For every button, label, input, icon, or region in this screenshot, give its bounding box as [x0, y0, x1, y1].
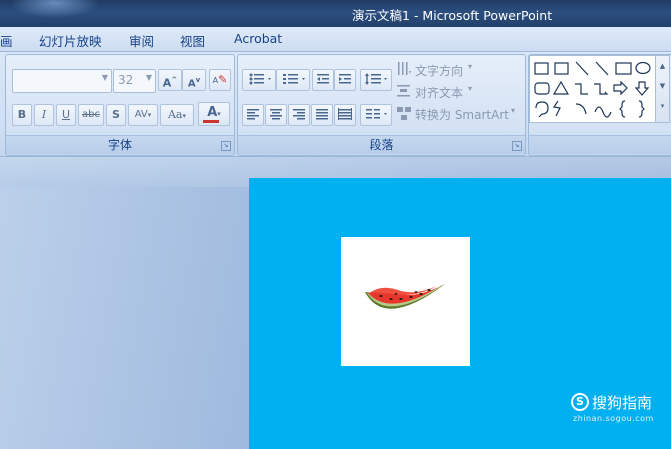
right-brace-shape-icon	[638, 100, 645, 118]
ribbon-tabs: 画 幻灯片放映 审阅 视图 Acrobat	[0, 27, 671, 52]
watermelon-icon	[365, 284, 445, 309]
italic-button[interactable]: I	[34, 104, 54, 126]
title-bar: 演示文稿1 - Microsoft PowerPoint	[0, 0, 671, 27]
decrease-indent-button[interactable]	[312, 69, 334, 91]
down-arrow-shape-icon	[634, 81, 650, 96]
font-color-glyph: A	[207, 105, 218, 120]
shrink-font-glyph: A	[187, 78, 196, 90]
align-text-label[interactable]: 对齐文本	[415, 84, 463, 101]
justify-icon	[316, 109, 328, 120]
font-color-button[interactable]: A▾	[198, 102, 230, 126]
strikethrough-button[interactable]: abc	[78, 104, 104, 126]
chevron-down-icon: ▾	[468, 62, 473, 71]
drawing-group-label	[529, 135, 671, 154]
chevron-down-icon: ▼	[145, 73, 152, 82]
tab-draw[interactable]: 画	[0, 31, 13, 50]
tab-review[interactable]: 审阅	[129, 31, 154, 50]
arc-shape-icon	[575, 103, 587, 115]
clear-format-button[interactable]: A✎	[209, 69, 231, 91]
textbox-shape-icon	[534, 62, 549, 75]
font-group: ▼ 32 ▼ A^ Av A✎ B I U abc S AV▾ Aa▾ A▾ 字…	[5, 54, 235, 156]
triangle-shape-icon	[552, 80, 570, 95]
watermelon-image[interactable]	[341, 237, 470, 366]
increase-indent-button[interactable]	[334, 69, 356, 91]
paragraph-group-label: 段落	[238, 135, 525, 154]
align-left-button[interactable]	[242, 104, 264, 126]
text-direction-icon	[396, 61, 412, 77]
chevron-down-icon: ▾	[468, 84, 473, 93]
bullets-icon	[249, 73, 271, 85]
font-group-label: 字体	[6, 135, 234, 154]
arrow-line-shape-icon	[595, 61, 609, 76]
shapes-gallery-scrollbar[interactable]: ▲ ▼ ▾	[655, 55, 670, 123]
line-spacing-icon	[365, 73, 387, 85]
tab-view[interactable]: 视图	[180, 31, 205, 50]
callout-shape-icon	[535, 101, 549, 118]
justify-button[interactable]	[311, 104, 333, 126]
font-color-swatch	[203, 120, 219, 123]
left-brace-shape-icon	[619, 100, 626, 118]
bold-button[interactable]: B	[12, 104, 32, 126]
char-spacing-glyph: AV	[134, 109, 148, 120]
paragraph-group: 文字方向 ▾ 对齐文本 ▾ 转换为 SmartArt ▾ 段落 ↘	[237, 54, 526, 156]
numbering-icon	[283, 74, 305, 84]
shrink-font-button[interactable]: Av	[182, 69, 206, 91]
change-case-button[interactable]: Aa▾	[160, 104, 194, 126]
window-title: 演示文稿1 - Microsoft PowerPoint	[352, 8, 553, 23]
increase-indent-icon	[339, 74, 351, 84]
font-dialog-launcher-icon[interactable]: ↘	[221, 141, 231, 151]
lightning-shape-icon	[552, 100, 561, 117]
shapes-gallery[interactable]	[529, 55, 656, 123]
char-spacing-button[interactable]: AV▾	[128, 104, 158, 126]
distributed-icon	[338, 108, 352, 120]
align-left-icon	[247, 109, 259, 120]
decrease-indent-icon	[317, 74, 329, 84]
text-direction-label[interactable]: 文字方向	[415, 62, 463, 79]
convert-smartart-label[interactable]: 转换为 SmartArt	[415, 106, 509, 123]
elbow-connector-shape-icon	[575, 83, 588, 95]
gallery-more-icon[interactable]: ▾	[656, 96, 669, 116]
font-name-combo[interactable]: ▼	[12, 69, 112, 93]
tab-slideshow[interactable]: 幻灯片放映	[39, 31, 102, 50]
align-center-icon	[270, 109, 282, 120]
tab-acrobat[interactable]: Acrobat	[234, 31, 282, 46]
sogou-logo-icon: S	[571, 393, 589, 411]
watermark-brand: 搜狗指南	[592, 394, 653, 412]
font-size-value: 32	[118, 73, 134, 87]
scroll-down-icon[interactable]: ▼	[656, 76, 669, 96]
curve-shape-icon	[594, 106, 612, 118]
distributed-button[interactable]	[334, 104, 356, 126]
grow-font-button[interactable]: A^	[158, 69, 182, 91]
line-shape-icon	[575, 61, 589, 76]
columns-icon	[366, 109, 387, 119]
paragraph-dialog-launcher-icon[interactable]: ↘	[512, 141, 522, 151]
align-right-button[interactable]	[288, 104, 310, 126]
change-case-glyph: Aa	[167, 108, 183, 121]
chevron-down-icon: ▾	[511, 106, 516, 115]
oval-shape-icon	[635, 61, 651, 75]
numbering-button[interactable]	[276, 69, 310, 91]
scroll-up-icon[interactable]: ▲	[656, 56, 669, 76]
line-spacing-button[interactable]	[360, 69, 392, 91]
underline-button[interactable]: U	[56, 104, 76, 126]
office-glow	[10, 0, 100, 18]
elbow-arrow-connector-icon	[594, 83, 609, 95]
columns-button[interactable]	[360, 104, 392, 126]
align-text-icon	[396, 83, 412, 99]
rectangle-shape-icon	[615, 62, 632, 75]
vertical-textbox-shape-icon	[554, 62, 569, 75]
shadow-button[interactable]: S	[106, 104, 126, 126]
align-center-button[interactable]	[265, 104, 287, 126]
right-arrow-shape-icon	[613, 80, 628, 96]
align-right-icon	[293, 109, 305, 120]
font-size-combo[interactable]: 32 ▼	[113, 69, 156, 93]
bullets-button[interactable]	[242, 69, 276, 91]
rounded-rect-shape-icon	[534, 82, 550, 95]
watermark-url: zhinan.sogou.com	[573, 414, 654, 423]
smartart-icon	[396, 106, 412, 122]
chevron-down-icon: ▼	[101, 73, 108, 82]
shapes-gallery-icons	[534, 61, 651, 118]
